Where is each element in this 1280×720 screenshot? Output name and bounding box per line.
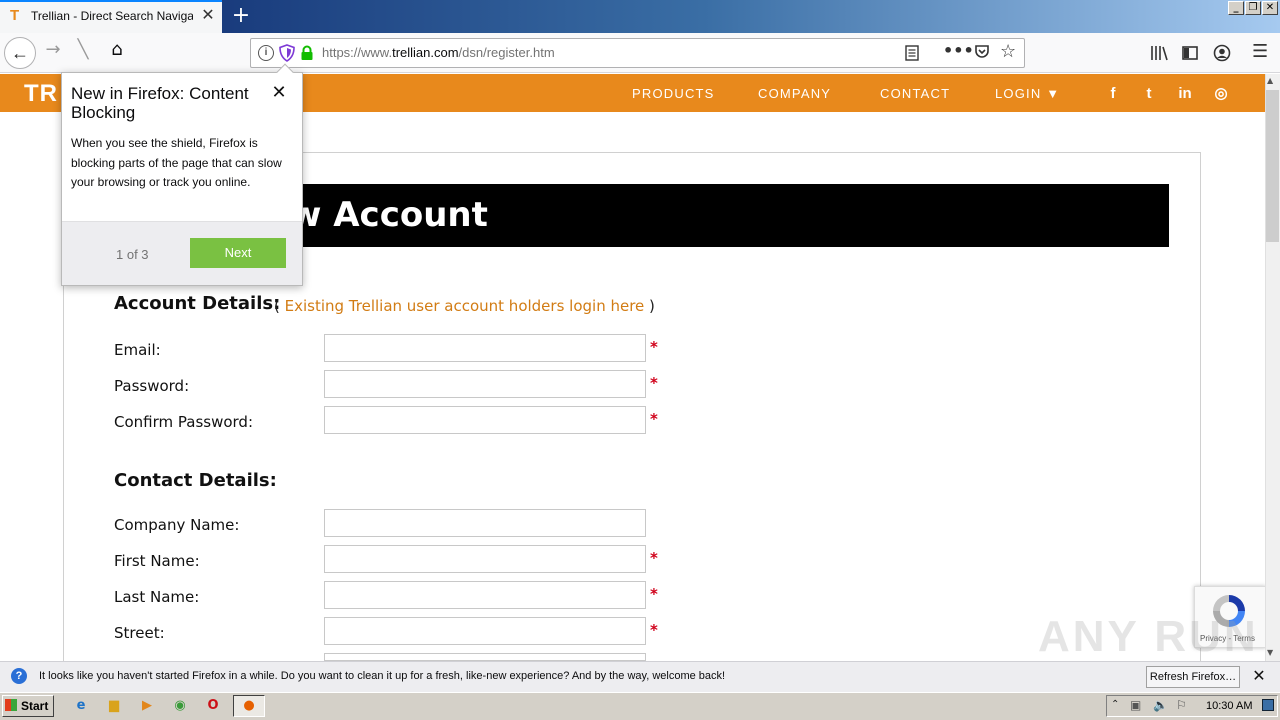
stop-loading-icon[interactable]: ╲: [68, 39, 98, 69]
popup-close-icon[interactable]: ✕: [268, 82, 290, 104]
notification-close-icon[interactable]: ✕: [1250, 667, 1268, 685]
first-name-field[interactable]: [324, 545, 646, 573]
network-icon[interactable]: ▣: [1130, 698, 1141, 712]
page-actions-menu-icon[interactable]: •••: [943, 41, 974, 60]
window-close-button[interactable]: ✕: [1262, 1, 1278, 15]
required-marker: *: [650, 549, 658, 567]
internet-explorer-icon[interactable]: e: [72, 697, 90, 715]
notification-text: It looks like you haven't started Firefo…: [39, 670, 726, 682]
hamburger-menu-icon[interactable]: ☰: [1252, 41, 1268, 62]
show-desktop-icon[interactable]: [1262, 699, 1274, 711]
next-address-field[interactable]: [324, 653, 646, 661]
password-label: Password:: [114, 377, 190, 395]
twitter-icon[interactable]: t: [1139, 84, 1159, 104]
new-tab-button[interactable]: +: [229, 4, 253, 28]
taskbar-clock[interactable]: 10:30 AM: [1206, 700, 1252, 712]
scrollbar-thumb[interactable]: [1266, 90, 1279, 242]
existing-user-login-link[interactable]: Existing Trellian user account holders l…: [285, 297, 645, 315]
required-marker: *: [650, 621, 658, 639]
url-text[interactable]: https://www.trellian.com/dsn/register.ht…: [322, 45, 555, 60]
required-marker: *: [650, 585, 658, 603]
opera-icon[interactable]: O: [204, 697, 222, 715]
linkedin-icon[interactable]: in: [1175, 84, 1195, 104]
contact-details-heading: Contact Details:: [114, 470, 277, 491]
facebook-icon[interactable]: f: [1103, 84, 1123, 104]
confirm-password-field[interactable]: [324, 406, 646, 434]
account-icon[interactable]: [1213, 44, 1231, 62]
nav-products[interactable]: PRODUCTS: [632, 86, 715, 101]
window-minimize-button[interactable]: _: [1228, 1, 1244, 15]
back-button[interactable]: ←: [4, 37, 36, 69]
password-field[interactable]: [324, 370, 646, 398]
chrome-icon[interactable]: ◉: [171, 697, 189, 715]
site-info-icon[interactable]: i: [258, 45, 274, 61]
popup-step-counter: 1 of 3: [116, 247, 149, 262]
first-name-label: First Name:: [114, 552, 200, 570]
home-button[interactable]: ⌂: [102, 39, 132, 69]
anyrun-watermark: ANY RUN: [1038, 612, 1259, 661]
question-icon: ?: [11, 668, 27, 684]
library-icon[interactable]: [1150, 45, 1168, 61]
tracking-protection-shield-icon[interactable]: [279, 44, 295, 62]
last-name-label: Last Name:: [114, 588, 200, 606]
instagram-icon[interactable]: ◎: [1211, 84, 1231, 104]
tray-expand-icon[interactable]: ⌃: [1111, 699, 1119, 710]
nav-contact[interactable]: CONTACT: [880, 86, 950, 101]
company-name-label: Company Name:: [114, 516, 240, 534]
forward-button[interactable]: →: [38, 39, 68, 69]
folder-icon[interactable]: ▆: [105, 697, 123, 715]
company-name-field[interactable]: [324, 509, 646, 537]
popup-next-button[interactable]: Next: [190, 238, 286, 268]
media-player-icon[interactable]: ▶: [138, 697, 156, 715]
nav-company[interactable]: COMPANY: [758, 86, 831, 101]
site-logo[interactable]: TR: [24, 80, 58, 108]
volume-icon[interactable]: 🔈: [1153, 698, 1168, 712]
window-restore-button[interactable]: ❐: [1245, 1, 1261, 15]
tab-close-icon[interactable]: ✕: [199, 6, 217, 24]
popup-title: New in Firefox: Content Blocking: [71, 84, 249, 122]
bookmark-star-icon[interactable]: ☆: [1000, 41, 1016, 62]
required-marker: *: [650, 338, 658, 356]
popup-body: When you see the shield, Firefox is bloc…: [71, 136, 282, 189]
action-center-flag-icon[interactable]: ⚐: [1176, 698, 1187, 712]
street-field[interactable]: [324, 617, 646, 645]
required-marker: *: [650, 374, 658, 392]
windows-taskbar: [0, 692, 1280, 720]
scroll-down-icon[interactable]: ▼: [1267, 648, 1273, 657]
street-label: Street:: [114, 624, 165, 642]
windows-logo-icon: [5, 699, 17, 711]
confirm-password-label: Confirm Password:: [114, 413, 254, 431]
existing-account-note: ( Existing Trellian user account holders…: [274, 297, 655, 315]
trellian-favicon-icon: T: [10, 7, 20, 24]
page-title: w Account: [290, 195, 488, 235]
pocket-icon[interactable]: [974, 44, 990, 60]
secure-lock-icon: [301, 45, 313, 60]
tab-title: Trellian - Direct Search Navigation: [31, 9, 193, 23]
account-details-heading: Account Details:: [114, 293, 281, 314]
last-name-field[interactable]: [324, 581, 646, 609]
firefox-icon: ●: [243, 698, 255, 713]
refresh-firefox-button[interactable]: Refresh Firefox…: [1146, 666, 1240, 688]
scroll-up-icon[interactable]: ▲: [1267, 76, 1273, 85]
email-label: Email:: [114, 341, 161, 359]
sidebar-toggle-icon[interactable]: [1182, 45, 1198, 61]
reader-view-icon[interactable]: [905, 45, 919, 61]
required-marker: *: [650, 410, 658, 428]
nav-login[interactable]: LOGIN ▼: [995, 86, 1060, 101]
email-field[interactable]: [324, 334, 646, 362]
